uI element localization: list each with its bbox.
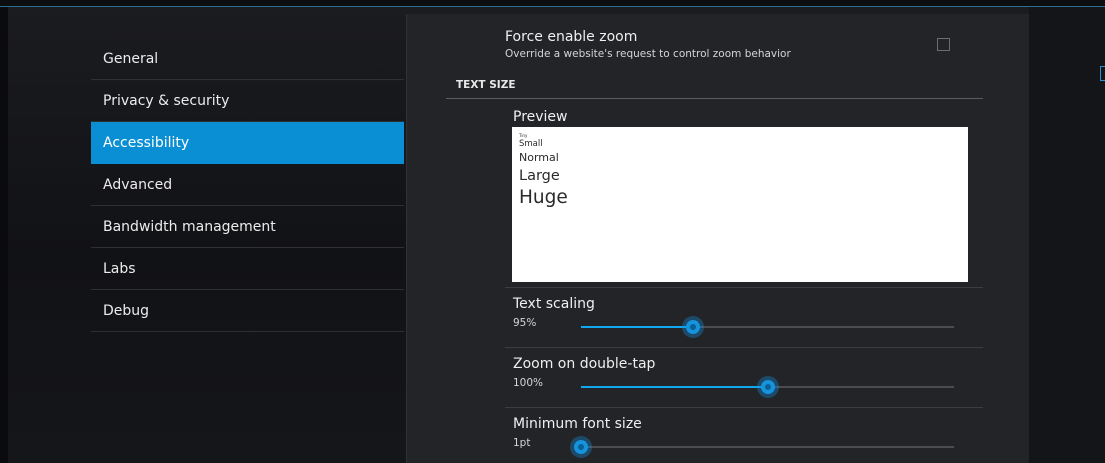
preview-large: Large <box>519 168 560 184</box>
sidebar-item-privacy-security[interactable]: Privacy & security <box>91 80 404 122</box>
slider-thumb[interactable] <box>757 376 779 398</box>
preview-huge: Huge <box>519 187 568 208</box>
sidebar-item-label: Advanced <box>103 176 173 193</box>
sidebar-item-accessibility[interactable]: Accessibility <box>91 122 404 164</box>
sidebar-item-label: Debug <box>103 302 150 319</box>
sidebar-item-label: General <box>103 50 159 67</box>
section-header-text-size: TEXT SIZE <box>456 79 516 91</box>
sidebar-item-general[interactable]: General <box>91 38 404 80</box>
settings-sidebar: General Privacy & security Accessibility… <box>91 38 404 332</box>
sidebar-item-label: Accessibility <box>103 134 190 151</box>
text-preview-box: Tiny Small Normal Large Huge <box>512 127 968 282</box>
force-zoom-checkbox[interactable] <box>937 38 950 51</box>
divider <box>505 347 983 348</box>
preview-label: Preview <box>513 109 568 125</box>
force-zoom-subtitle: Override a website's request to control … <box>505 48 791 60</box>
preview-tiny: Tiny <box>519 133 528 138</box>
force-zoom-title: Force enable zoom <box>505 29 638 45</box>
browser-settings-screen: General Privacy & security Accessibility… <box>0 0 1105 463</box>
zoom-double-tap-value: 100% <box>513 377 544 389</box>
sidebar-item-label: Labs <box>103 260 136 277</box>
edge-marker <box>1100 66 1105 81</box>
text-scaling-slider[interactable] <box>581 316 954 338</box>
zoom-double-tap-title: Zoom on double-tap <box>513 356 656 372</box>
sidebar-item-labs[interactable]: Labs <box>91 248 404 290</box>
text-scaling-title: Text scaling <box>513 296 595 312</box>
minimum-font-size-title: Minimum font size <box>513 416 642 432</box>
sidebar-item-advanced[interactable]: Advanced <box>91 164 404 206</box>
slider-thumb[interactable] <box>570 436 592 458</box>
sidebar-item-bandwidth-management[interactable]: Bandwidth management <box>91 206 404 248</box>
preview-normal: Normal <box>519 151 559 164</box>
text-scaling-value: 95% <box>513 317 537 329</box>
slider-fill <box>581 326 693 328</box>
slider-thumb[interactable] <box>682 316 704 338</box>
sidebar-item-label: Bandwidth management <box>103 218 276 235</box>
top-status-line <box>0 0 1105 7</box>
sidebar-item-label: Privacy & security <box>103 92 230 109</box>
minimum-font-size-value: 1pt <box>513 437 531 449</box>
divider <box>505 287 983 288</box>
slider-track <box>581 446 954 448</box>
slider-fill <box>581 386 768 388</box>
divider <box>505 407 983 408</box>
left-edge <box>0 7 8 463</box>
sidebar-item-debug[interactable]: Debug <box>91 290 404 332</box>
section-divider <box>446 98 983 99</box>
minimum-font-size-slider[interactable] <box>570 436 954 458</box>
zoom-double-tap-slider[interactable] <box>581 376 954 398</box>
preview-small: Small <box>519 139 543 149</box>
right-margin <box>1029 7 1105 463</box>
